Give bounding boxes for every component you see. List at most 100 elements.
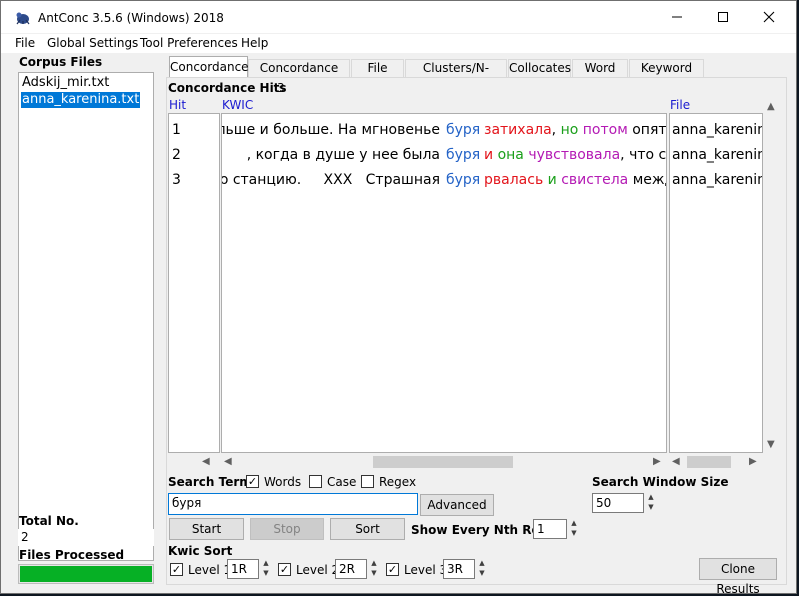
concordance-hits-label: Concordance Hits	[168, 81, 287, 95]
search-window-size-label: Search Window Size	[592, 475, 729, 489]
concordance-hits-count: 3	[277, 81, 285, 95]
file-name-pane[interactable]: anna_karenina anna_karenina anna_karenin…	[669, 113, 763, 453]
tab-concordance-plot[interactable]: Concordance Plot	[248, 59, 350, 92]
tab-clusters-ngrams[interactable]: Clusters/N-Grams	[405, 59, 507, 92]
file-scroll-thumb[interactable]	[687, 456, 731, 468]
col-header-file[interactable]: File	[670, 98, 690, 112]
hit-horizontal-scrollbar[interactable]: ◀	[168, 455, 220, 469]
kwic-left-context: льше и больше. На мгновенье	[221, 122, 440, 138]
sort-button[interactable]: Sort	[330, 518, 405, 540]
level-2-select[interactable]: 2R	[335, 559, 367, 579]
nth-row-spin-down-icon[interactable]: ▼	[567, 529, 581, 537]
tab-keyword-list[interactable]: Keyword List	[629, 59, 704, 92]
menu-bar: File Global Settings Tool Preferences He…	[1, 34, 796, 53]
menu-global-settings[interactable]: Global Settings	[47, 36, 138, 50]
kwic-row[interactable]: , когда в душе у нее была буря и она чув…	[222, 147, 667, 165]
kwic-r4: , что стс	[620, 147, 667, 163]
search-window-size-input[interactable]: 50	[592, 493, 644, 513]
level-2-label: Level 2	[296, 563, 340, 577]
kwic-r3: чувствовала	[528, 147, 621, 163]
advanced-button[interactable]: Advanced	[420, 494, 494, 516]
total-no-value: 2	[18, 529, 154, 546]
level-1-select[interactable]: 1R	[227, 559, 259, 579]
hit-number: 3	[172, 172, 181, 188]
scroll-right-arrow-icon[interactable]: ▶	[653, 456, 661, 468]
minimize-button[interactable]	[654, 1, 700, 33]
kwic-row[interactable]: ю станцию. XXX Страшная буря рвалась и с…	[222, 172, 666, 190]
kwic-r3: свистела	[561, 172, 629, 188]
maximize-icon	[718, 12, 728, 22]
close-button[interactable]	[746, 1, 792, 33]
level-1-checkbox[interactable]: ✓	[170, 563, 183, 576]
case-checkbox[interactable]	[309, 475, 322, 488]
tab-collocates[interactable]: Collocates	[508, 59, 571, 78]
kwic-keyword: буря	[446, 122, 481, 138]
window-title: AntConc 3.5.6 (Windows) 2018	[38, 11, 224, 25]
kwic-right-context: рвалась и свистела между	[484, 172, 666, 189]
file-horizontal-scrollbar[interactable]: ◀ ▶	[669, 455, 763, 469]
corpus-file-item[interactable]: Adskij_mir.txt	[21, 75, 110, 91]
regex-label: Regex	[379, 475, 417, 489]
hit-file-name: anna_karenina	[672, 172, 762, 188]
start-button[interactable]: Start	[169, 518, 244, 540]
kwic-r4: опять	[632, 122, 667, 138]
case-label: Case	[327, 475, 357, 489]
menu-help[interactable]: Help	[241, 36, 268, 50]
kwic-sort-label: Kwic Sort	[168, 544, 233, 558]
level-3-select[interactable]: 3R	[443, 559, 475, 579]
clone-results-button[interactable]: Clone Results	[699, 558, 777, 593]
menu-tool-preferences[interactable]: Tool Preferences	[140, 36, 238, 50]
kwic-scroll-thumb[interactable]	[373, 456, 513, 468]
app-window: AntConc 3.5.6 (Windows) 2018 File Global…	[0, 0, 797, 594]
scroll-up-arrow-icon[interactable]: ▲	[767, 101, 775, 113]
col-header-kwic[interactable]: KWIC	[222, 98, 253, 112]
level-3-spin-down-icon[interactable]: ▼	[475, 569, 489, 577]
level-2-spin-up-icon[interactable]: ▲	[367, 559, 381, 567]
col-header-hit[interactable]: Hit	[169, 98, 186, 112]
progress-fill	[20, 566, 152, 582]
level-1-spin-down-icon[interactable]: ▼	[259, 569, 273, 577]
kwic-r2: и	[547, 172, 557, 188]
tab-word-list[interactable]: Word List	[572, 59, 628, 92]
level-3-spin-up-icon[interactable]: ▲	[475, 559, 489, 567]
scroll-right-arrow-icon[interactable]: ▶	[749, 456, 757, 468]
kwic-r1: затихала	[484, 122, 552, 138]
kwic-r1: рвалась	[484, 172, 544, 188]
corpus-file-list[interactable]: Adskij_mir.txt anna_karenina.txt	[18, 72, 154, 561]
nth-row-input[interactable]: 1	[533, 519, 567, 539]
kwic-r2: она	[497, 147, 524, 163]
kwic-horizontal-scrollbar[interactable]: ◀ ▶	[221, 455, 667, 469]
scroll-left-arrow-icon[interactable]: ◀	[672, 456, 680, 468]
tab-file-view[interactable]: File View	[351, 59, 404, 92]
nth-row-spin-up-icon[interactable]: ▲	[567, 519, 581, 527]
results-vertical-scrollbar[interactable]: ▲ ▼	[764, 98, 780, 454]
regex-checkbox[interactable]	[361, 475, 374, 488]
scroll-left-arrow-icon[interactable]: ◀	[224, 456, 232, 468]
search-term-input[interactable]: буря	[168, 493, 418, 515]
maximize-button[interactable]	[700, 1, 746, 33]
level-2-spin-down-icon[interactable]: ▼	[367, 569, 381, 577]
level-3-checkbox[interactable]: ✓	[386, 563, 399, 576]
check-icon: ✓	[171, 563, 182, 576]
hit-number: 1	[172, 122, 181, 138]
files-processed-progress	[18, 564, 154, 584]
words-checkbox[interactable]: ✓	[246, 475, 259, 488]
kwic-row[interactable]: льше и больше. На мгновенье буря затихал…	[221, 122, 667, 140]
level-2-checkbox[interactable]: ✓	[278, 563, 291, 576]
level-1-spin-up-icon[interactable]: ▲	[259, 559, 273, 567]
stop-button[interactable]: Stop	[250, 518, 324, 540]
scroll-left-arrow-icon[interactable]: ◀	[202, 456, 210, 468]
check-icon: ✓	[279, 563, 290, 576]
kwic-keyword: буря	[446, 147, 481, 163]
window-spin-up-icon[interactable]: ▲	[644, 493, 658, 501]
hit-number-pane[interactable]: 1 2 3	[168, 113, 220, 453]
tab-concordance[interactable]: Concordance	[169, 56, 249, 78]
menu-file[interactable]: File	[15, 36, 35, 50]
window-spin-down-icon[interactable]: ▼	[644, 503, 658, 511]
kwic-pane[interactable]: льше и больше. На мгновенье буря затихал…	[221, 113, 667, 453]
level-3-label: Level 3	[404, 563, 448, 577]
corpus-file-item-selected[interactable]: anna_karenina.txt	[21, 92, 141, 108]
scroll-down-arrow-icon[interactable]: ▼	[767, 439, 775, 451]
files-processed-label: Files Processed	[19, 548, 125, 562]
antconc-logo-icon	[16, 12, 30, 25]
